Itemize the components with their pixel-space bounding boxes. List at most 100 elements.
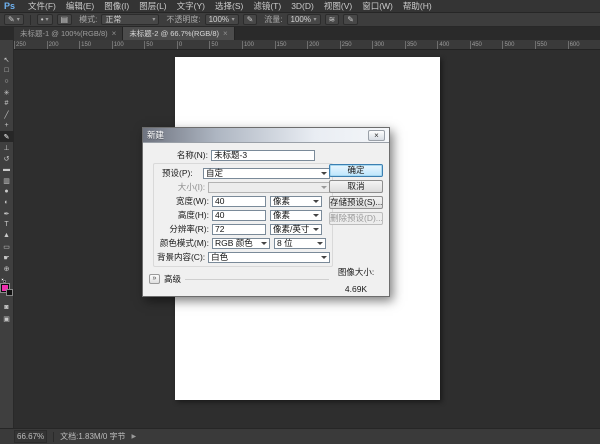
height-row: 高度(H): 40 像素 bbox=[154, 209, 330, 221]
preset-label: 预设(P): bbox=[162, 168, 193, 178]
width-label: 宽度(W): bbox=[175, 196, 209, 206]
resolution-input[interactable]: 72 bbox=[212, 223, 266, 235]
quick-mask-button[interactable]: ◙ bbox=[0, 302, 14, 313]
cancel-button[interactable]: 取消 bbox=[329, 180, 383, 193]
advanced-expander[interactable]: » bbox=[149, 274, 160, 284]
brush-preset-picker[interactable]: • ▾ bbox=[36, 14, 53, 25]
tab-untitled-1[interactable]: 未标题-1 @ 100%(RGB/8) × bbox=[14, 27, 124, 40]
background-color-swatch[interactable] bbox=[5, 289, 13, 296]
menu-3d[interactable]: 3D(D) bbox=[286, 1, 319, 11]
brush-panel-toggle[interactable]: ▤ bbox=[56, 14, 73, 25]
clone-stamp-tool[interactable]: ⊥ bbox=[0, 142, 14, 153]
hand-tool[interactable]: ☛ bbox=[0, 252, 14, 263]
ok-button[interactable]: 确定 bbox=[329, 164, 383, 177]
width-input[interactable]: 40 bbox=[212, 195, 266, 207]
color-mode-row: 颜色模式(M): RGB 颜色 8 位 bbox=[154, 237, 330, 249]
resolution-row: 分辨率(R): 72 像素/英寸 bbox=[154, 223, 330, 235]
background-row: 背景内容(C): 白色 bbox=[154, 251, 330, 263]
dialog-title-bar[interactable]: 新建 × bbox=[143, 128, 389, 143]
ruler-tick: 250 bbox=[14, 41, 47, 49]
menu-file[interactable]: 文件(F) bbox=[23, 0, 61, 12]
dialog-title: 新建 bbox=[147, 130, 165, 140]
healing-brush-tool[interactable]: + bbox=[0, 120, 14, 131]
opacity-select[interactable]: 100% ▾ bbox=[204, 14, 239, 25]
pen-tool[interactable]: ✒ bbox=[0, 208, 14, 219]
menu-filter[interactable]: 滤镜(T) bbox=[248, 0, 286, 12]
screen-mode-button[interactable]: ▣ bbox=[0, 313, 14, 324]
ruler-tick: 150 bbox=[274, 41, 308, 49]
close-icon[interactable]: × bbox=[368, 129, 385, 141]
menu-select[interactable]: 选择(S) bbox=[210, 0, 248, 12]
clone-stamp-icon: ⊥ bbox=[3, 144, 10, 152]
preset-select[interactable]: 自定 bbox=[203, 167, 330, 179]
menu-window[interactable]: 窗口(W) bbox=[357, 0, 398, 12]
menu-help[interactable]: 帮助(H) bbox=[398, 0, 437, 12]
horizontal-ruler[interactable]: 250 200 150 100 50 0 50 100 150 200 250 … bbox=[14, 40, 600, 50]
zoom-tool[interactable]: ⊕ bbox=[0, 263, 14, 274]
menu-view[interactable]: 视图(V) bbox=[319, 0, 357, 12]
size-label: 大小(I): bbox=[177, 182, 206, 192]
brush-panel-icon: ▤ bbox=[60, 14, 69, 24]
color-mode-select[interactable]: RGB 颜色 bbox=[212, 237, 270, 249]
ruler-tick: 500 bbox=[502, 41, 535, 49]
pen-pressure-icon: ✎ bbox=[246, 14, 254, 24]
airbrush-toggle[interactable]: ≋ bbox=[324, 14, 340, 25]
zoom-level-input[interactable]: 66.67% bbox=[14, 430, 48, 443]
tool-preset-picker[interactable]: ✎ ▾ bbox=[4, 14, 24, 25]
eyedropper-icon: ╱ bbox=[4, 111, 9, 119]
path-selection-tool[interactable]: ▲ bbox=[0, 230, 14, 241]
bit-depth-select[interactable]: 8 位 bbox=[274, 237, 326, 249]
gradient-tool[interactable]: ▥ bbox=[0, 175, 14, 186]
separator bbox=[53, 431, 55, 442]
opacity-value: 100% bbox=[208, 15, 230, 24]
tab-label: 未标题-2 @ 66.7%(RGB/8) bbox=[129, 29, 220, 38]
menu-bar: Ps 文件(F) 编辑(E) 图像(I) 图层(L) 文字(Y) 选择(S) 滤… bbox=[0, 0, 600, 13]
crop-tool[interactable]: # bbox=[0, 98, 14, 109]
menu-edit[interactable]: 编辑(E) bbox=[61, 0, 99, 12]
height-unit-select[interactable]: 像素 bbox=[270, 209, 322, 221]
default-colors-icon[interactable] bbox=[0, 278, 7, 283]
chevron-down-icon: ▾ bbox=[231, 17, 235, 23]
menu-layer[interactable]: 图层(L) bbox=[134, 0, 171, 12]
blend-mode-select[interactable]: 正常 ▾ bbox=[101, 14, 160, 25]
menu-type[interactable]: 文字(Y) bbox=[172, 0, 210, 12]
chevron-down-icon: ▾ bbox=[313, 17, 317, 23]
background-select[interactable]: 白色 bbox=[208, 251, 330, 263]
dodge-tool[interactable]: ◐ bbox=[0, 197, 14, 208]
size-row: 大小(I): bbox=[154, 181, 330, 193]
ruler-tick: 300 bbox=[372, 41, 405, 49]
blur-tool[interactable]: ● bbox=[0, 186, 14, 197]
quick-selection-tool[interactable]: ✳ bbox=[0, 87, 14, 98]
brush-tip-icon: • bbox=[40, 14, 44, 24]
tab-untitled-2[interactable]: 未标题-2 @ 66.7%(RGB/8) × bbox=[123, 27, 235, 40]
eraser-tool[interactable]: ▬ bbox=[0, 164, 14, 175]
height-label: 高度(H): bbox=[177, 210, 209, 220]
height-input[interactable]: 40 bbox=[212, 209, 266, 221]
move-tool[interactable]: ↖ bbox=[0, 54, 14, 65]
close-icon[interactable]: × bbox=[223, 29, 228, 38]
marquee-tool[interactable]: □ bbox=[0, 65, 14, 76]
eyedropper-tool[interactable]: ╱ bbox=[0, 109, 14, 120]
ruler-tick: 450 bbox=[469, 41, 503, 49]
preset-row: 预设(P): 自定 bbox=[154, 167, 330, 179]
width-unit-select[interactable]: 像素 bbox=[270, 195, 322, 207]
type-tool[interactable]: T bbox=[0, 219, 14, 230]
close-icon[interactable]: × bbox=[112, 29, 117, 38]
ruler-tick: 550 bbox=[535, 41, 568, 49]
lasso-tool[interactable]: ○ bbox=[0, 76, 14, 87]
name-row: 名称(N): 未标题-3 bbox=[149, 149, 383, 161]
flow-select[interactable]: 100% ▾ bbox=[286, 14, 321, 25]
save-preset-button[interactable]: 存储预设(S)... bbox=[329, 196, 383, 209]
status-menu-arrow-icon[interactable]: ▶ bbox=[132, 433, 137, 440]
opacity-pressure-toggle[interactable]: ✎ bbox=[242, 14, 258, 25]
size-pressure-toggle[interactable]: ✎ bbox=[343, 14, 358, 25]
rectangle-tool[interactable]: ▭ bbox=[0, 241, 14, 252]
history-brush-tool[interactable]: ↺ bbox=[0, 153, 14, 164]
zoom-icon: ⊕ bbox=[3, 265, 10, 273]
brush-tool[interactable]: ✎ bbox=[0, 131, 14, 142]
opacity-label: 不透明度: bbox=[166, 15, 201, 24]
ruler-tick: 100 bbox=[241, 41, 275, 49]
resolution-unit-select[interactable]: 像素/英寸 bbox=[270, 223, 322, 235]
menu-image[interactable]: 图像(I) bbox=[99, 0, 134, 12]
name-input[interactable]: 未标题-3 bbox=[211, 149, 315, 161]
